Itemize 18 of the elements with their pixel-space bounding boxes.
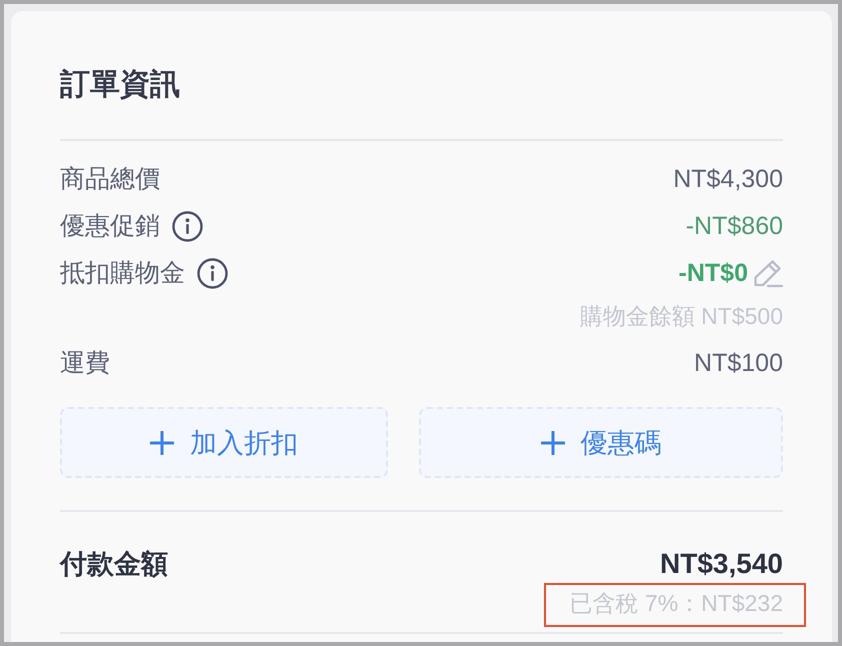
pencil-icon	[752, 258, 783, 288]
card-title: 訂單資訊	[60, 67, 180, 103]
item-amount: -NT$0	[678, 258, 748, 289]
item-amount: NT$4,300	[673, 164, 783, 195]
plus-icon	[150, 430, 174, 454]
total-label: 付款金額	[60, 548, 168, 581]
info-icon[interactable]	[197, 258, 228, 288]
add-button[interactable]: 加入折扣	[60, 407, 388, 478]
item-label: 商品總價	[60, 164, 160, 195]
item-amount: NT$100	[694, 348, 783, 379]
item-label: 優惠促銷	[60, 211, 160, 242]
item-label: 運費	[60, 348, 110, 379]
item-amount: -NT$860	[686, 211, 783, 242]
total-amount: NT$3,540	[660, 547, 783, 581]
add-button[interactable]: 優惠碼	[419, 407, 783, 478]
item-label: 抵扣購物金	[60, 258, 185, 289]
info-icon[interactable]	[172, 210, 203, 242]
plus-icon	[540, 430, 564, 454]
